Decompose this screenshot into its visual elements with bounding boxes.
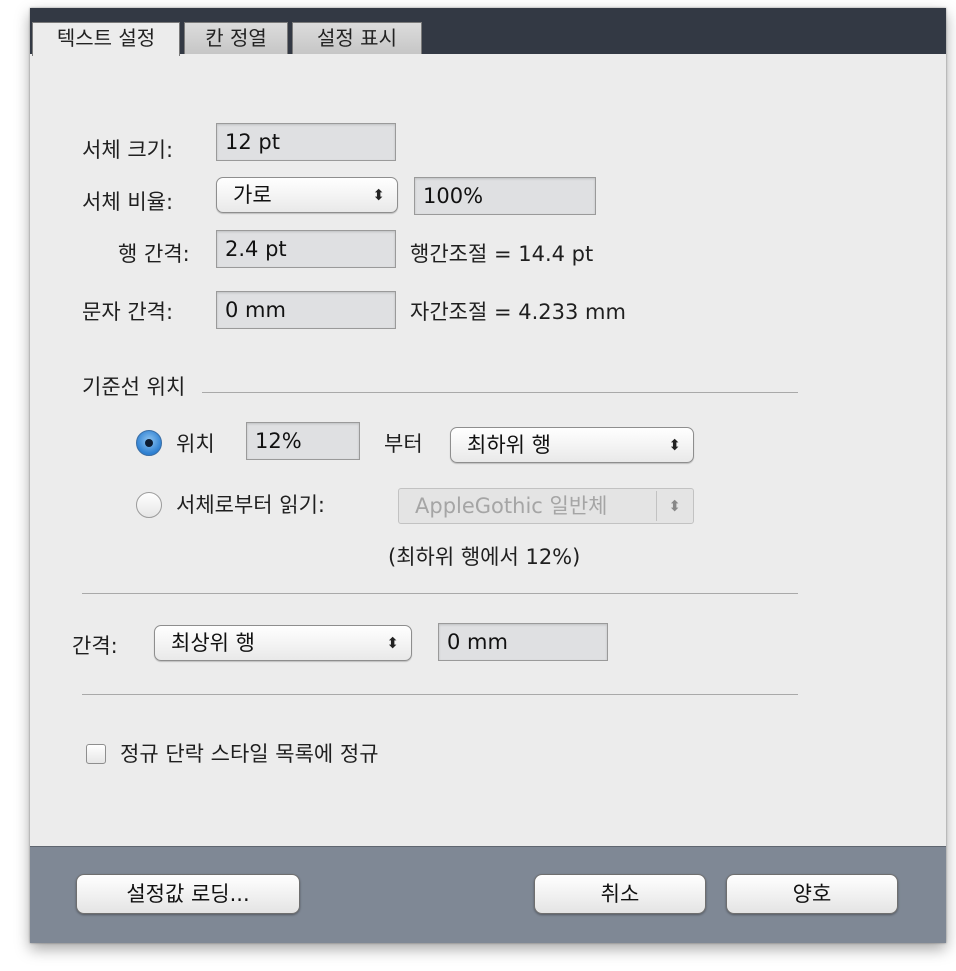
load-settings-button[interactable]: 설정값 로딩... <box>76 874 300 914</box>
section-divider <box>82 593 798 594</box>
read-from-font-label: 서체로부터 읽기: <box>176 493 325 517</box>
updown-arrows-icon: ⬍ <box>668 497 681 515</box>
updown-arrows-icon: ⬍ <box>668 436 681 454</box>
line-spacing-field[interactable]: 2.4 pt <box>216 230 396 268</box>
updown-arrows-icon: ⬍ <box>372 186 385 204</box>
font-selected: AppleGothic 일반체 <box>415 494 608 518</box>
font-ratio-label: 서체 비율: <box>82 190 174 214</box>
position-label: 위치 <box>176 432 215 456</box>
normal-style-label: 정규 단락 스타일 목록에 정규 <box>120 742 379 766</box>
popup-divider <box>656 491 657 521</box>
cancel-button[interactable]: 취소 <box>534 874 706 914</box>
font-popup[interactable]: AppleGothic 일반체 ⬍ <box>398 488 694 524</box>
baseline-divider <box>202 392 798 393</box>
char-spacing-field[interactable]: 0 mm <box>216 291 396 329</box>
line-spacing-label: 행 간격: <box>118 242 190 266</box>
font-ratio-popup[interactable]: 가로 ⬍ <box>216 177 398 213</box>
line-spacing-info: 행간조절 = 14.4 pt <box>410 242 594 266</box>
dialog-footer: 설정값 로딩... 취소 양호 <box>30 846 946 943</box>
normal-style-checkbox[interactable] <box>86 744 106 764</box>
position-radio[interactable] <box>136 430 162 456</box>
font-ratio-selected: 가로 <box>233 183 272 207</box>
gap-field[interactable]: 0 mm <box>438 623 608 661</box>
gap-label: 간격: <box>72 634 118 658</box>
gap-selected: 최상위 행 <box>171 631 255 655</box>
tab-column-align[interactable]: 칸 정열 <box>184 22 288 54</box>
position-field[interactable]: 12% <box>246 422 360 460</box>
font-size-label: 서체 크기: <box>82 138 174 162</box>
tab-display-settings[interactable]: 설정 표시 <box>292 22 422 54</box>
font-ratio-field[interactable]: 100% <box>414 177 596 215</box>
baseline-section-label: 기준선 위치 <box>82 375 186 399</box>
read-from-font-radio[interactable] <box>136 492 162 518</box>
from-popup[interactable]: 최하위 행 ⬍ <box>450 427 694 463</box>
char-spacing-label: 문자 간격: <box>82 300 174 324</box>
baseline-note: (최하위 행에서 12%) <box>388 545 581 569</box>
char-spacing-info: 자간조절 = 4.233 mm <box>410 300 626 324</box>
font-size-field[interactable]: 12 pt <box>216 123 396 161</box>
from-label: 부터 <box>384 432 423 456</box>
ok-button[interactable]: 양호 <box>726 874 898 914</box>
tab-text-settings[interactable]: 텍스트 설정 <box>32 22 180 56</box>
from-selected: 최하위 행 <box>467 433 551 457</box>
settings-dialog: 텍스트 설정 칸 정열 설정 표시 서체 크기: 12 pt 서체 비율: 가로… <box>30 8 946 943</box>
updown-arrows-icon: ⬍ <box>386 634 399 652</box>
section-divider <box>82 694 798 695</box>
tab-bar: 텍스트 설정 칸 정열 설정 표시 <box>30 8 946 56</box>
gap-popup[interactable]: 최상위 행 ⬍ <box>154 625 412 661</box>
